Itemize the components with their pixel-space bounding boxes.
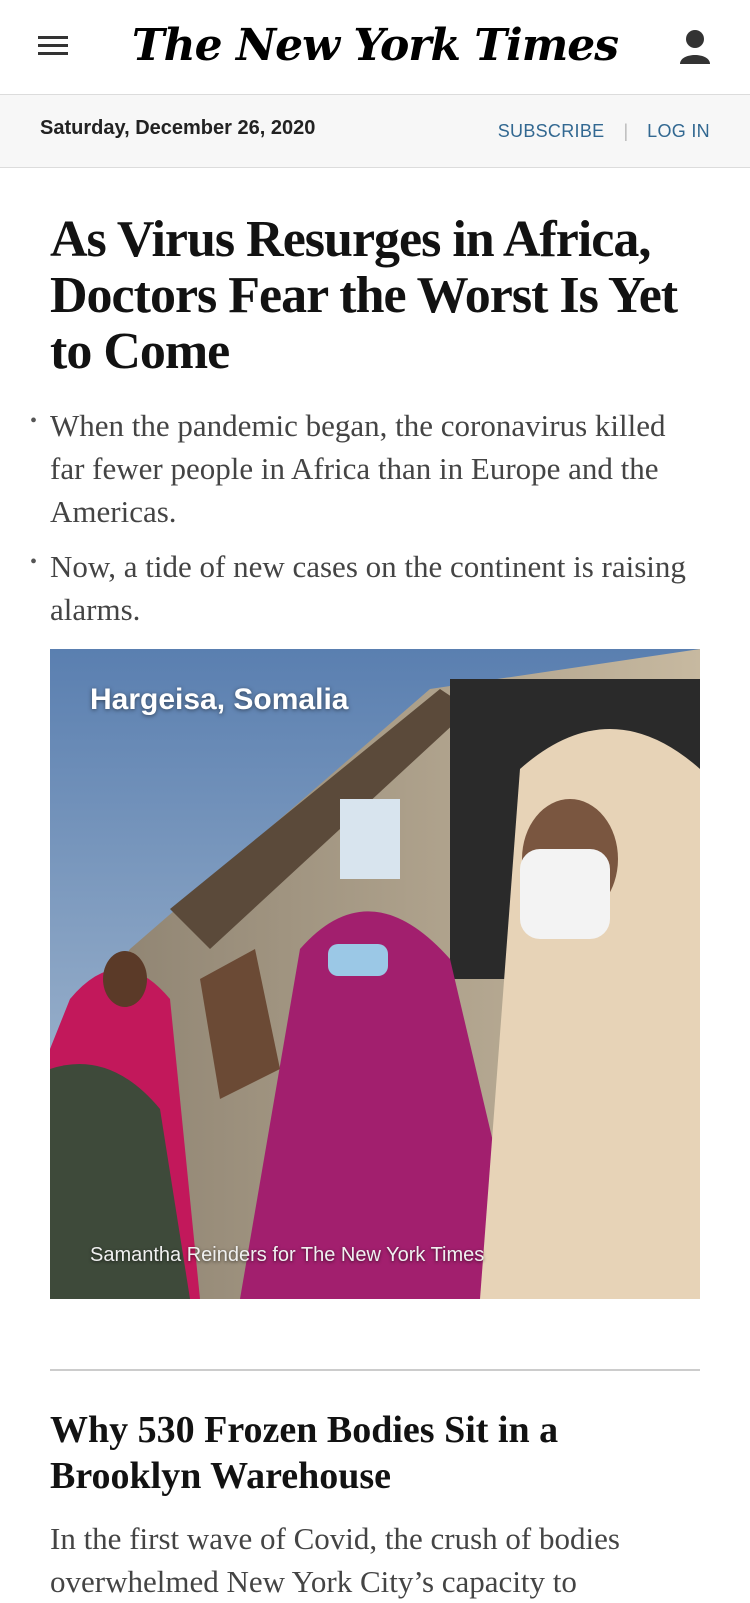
nyt-logo[interactable]: The New York Times: [0, 20, 750, 71]
account-links: SUBSCRIBE | LOG IN: [498, 121, 710, 142]
user-icon[interactable]: [678, 28, 712, 66]
second-story-headline[interactable]: Why 530 Frozen Bodies Sit in a Brooklyn …: [50, 1407, 700, 1499]
photo-location-label: Hargeisa, Somalia: [90, 683, 349, 716]
date-bar: Saturday, December 26, 2020 SUBSCRIBE | …: [0, 95, 750, 168]
main-content: As Virus Resurges in Africa, Doctors Fea…: [0, 212, 750, 1603]
masthead: The New York Times: [0, 0, 750, 95]
photo-credit: Samantha Reinders for The New York Times: [90, 1244, 485, 1266]
summary-bullet: Now, a tide of new cases on the continen…: [30, 541, 700, 631]
summary-bullet: When the pandemic began, the coronavirus…: [30, 400, 700, 533]
photo-illustration: [50, 649, 700, 1299]
current-date: Saturday, December 26, 2020: [40, 117, 316, 139]
link-separator: |: [623, 121, 629, 141]
second-story-summary: In the first wave of Covid, the crush of…: [50, 1521, 620, 1599]
story-divider: [50, 1369, 700, 1371]
story-photo[interactable]: Hargeisa, Somalia Samantha Reinders for …: [50, 649, 700, 1299]
story-summary-list: When the pandemic began, the coronavirus…: [30, 400, 700, 631]
login-link[interactable]: LOG IN: [647, 121, 710, 141]
subscribe-link[interactable]: SUBSCRIBE: [498, 121, 605, 141]
story-headline[interactable]: As Virus Resurges in Africa, Doctors Fea…: [50, 212, 700, 380]
